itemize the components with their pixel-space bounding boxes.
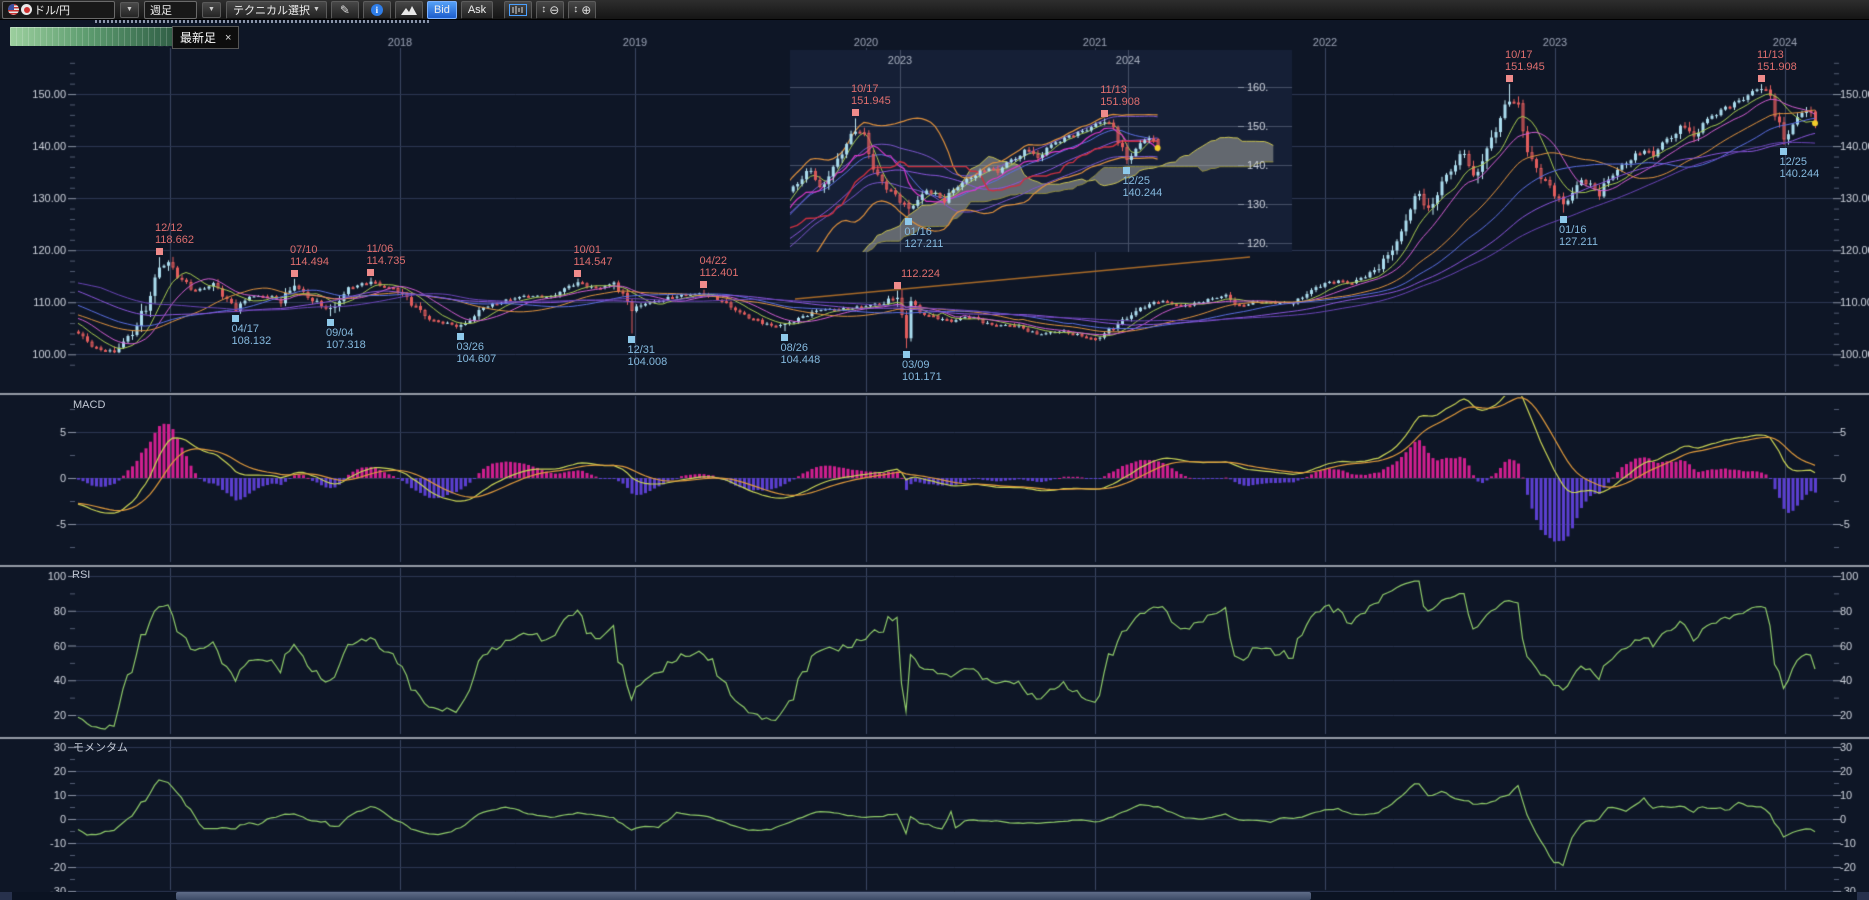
bar-display-button[interactable] bbox=[504, 1, 532, 19]
navigator-ticks bbox=[95, 20, 430, 23]
momentum-panel-label: モメンタム bbox=[73, 739, 128, 755]
jp-flag-icon bbox=[21, 4, 32, 15]
chevron-down-icon: ▼ bbox=[208, 6, 215, 13]
zoom-out-button[interactable]: ↕ ⊖ bbox=[536, 1, 564, 19]
timeframe-dropdown-button[interactable]: ▼ bbox=[202, 2, 221, 18]
timeframe-label: 週足 bbox=[150, 2, 196, 18]
chevron-down-icon: ▼ bbox=[313, 6, 320, 13]
chart-canvas[interactable] bbox=[0, 0, 1869, 900]
rsi-panel-label: RSI bbox=[72, 569, 90, 581]
bid-label: Bid bbox=[434, 4, 450, 16]
zoom-in-button[interactable]: ↕ ⊕ bbox=[568, 1, 596, 19]
close-icon[interactable]: × bbox=[225, 32, 231, 44]
technical-select-label: テクニカル選択 bbox=[233, 2, 310, 18]
navigator-range-bar[interactable] bbox=[10, 27, 178, 46]
zoom-in-icon: ⊕ bbox=[581, 3, 591, 17]
pencil-icon: ✎ bbox=[340, 3, 350, 17]
updown-icon: ↕ bbox=[573, 4, 578, 15]
updown-icon: ↕ bbox=[541, 4, 546, 15]
pair-selector[interactable]: ドル/円 bbox=[2, 1, 115, 19]
bars-icon bbox=[509, 4, 527, 16]
macd-panel-label: MACD bbox=[73, 399, 105, 411]
pair-dropdown-button[interactable]: ▼ bbox=[120, 2, 139, 18]
scrollbar-thumb[interactable] bbox=[176, 892, 1311, 900]
technical-select-button[interactable]: テクニカル選択 ▼ bbox=[226, 1, 327, 19]
scroll-left-button[interactable] bbox=[0, 892, 12, 900]
timeframe-selector[interactable]: 週足 bbox=[144, 1, 197, 19]
chart-style-button[interactable] bbox=[395, 1, 423, 19]
info-icon: i bbox=[371, 4, 383, 16]
chevron-down-icon: ▼ bbox=[126, 6, 133, 13]
info-button[interactable]: i bbox=[363, 1, 391, 19]
bid-button[interactable]: Bid bbox=[427, 1, 457, 19]
us-flag-icon bbox=[8, 4, 19, 15]
trading-chart-window: ドル/円 ▼ 週足 ▼ テクニカル選択 ▼ ✎ i Bid Ask ↕ ⊖ ↕ … bbox=[0, 0, 1869, 900]
draw-pencil-button[interactable]: ✎ bbox=[331, 1, 359, 19]
mountain-icon bbox=[401, 5, 417, 15]
toolbar: ドル/円 ▼ 週足 ▼ テクニカル選択 ▼ ✎ i Bid Ask ↕ ⊖ ↕ … bbox=[0, 0, 1869, 20]
pair-label: ドル/円 bbox=[34, 2, 114, 18]
latest-bar-tab[interactable]: 最新足 × bbox=[172, 26, 239, 49]
ask-button[interactable]: Ask bbox=[461, 1, 493, 19]
latest-bar-label: 最新足 bbox=[180, 29, 216, 46]
scroll-right-button[interactable] bbox=[1857, 892, 1869, 900]
zoom-out-icon: ⊖ bbox=[549, 3, 559, 17]
horizontal-scrollbar[interactable] bbox=[0, 892, 1869, 900]
ask-label: Ask bbox=[468, 4, 486, 16]
